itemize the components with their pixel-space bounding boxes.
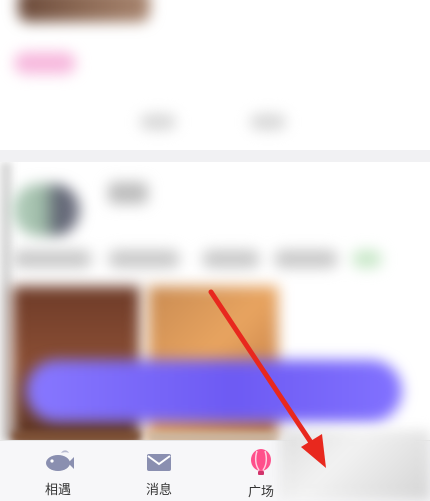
- balloon-icon: [251, 449, 271, 475]
- message-icon: [147, 454, 171, 471]
- post-image-thumbnail[interactable]: [18, 0, 150, 22]
- post-text-line: [12, 250, 392, 268]
- tab-xiaoxi[interactable]: 消息: [119, 441, 199, 501]
- comment-action[interactable]: [140, 114, 176, 130]
- promo-banner[interactable]: [26, 360, 402, 422]
- avatar[interactable]: [12, 184, 80, 236]
- card-edge-shadow: [0, 162, 12, 442]
- card-divider: [0, 150, 430, 162]
- top-post-card[interactable]: [0, 0, 430, 150]
- tab-label: 消息: [145, 483, 172, 498]
- pink-tag-badge[interactable]: [14, 52, 76, 74]
- tab-xiangyu[interactable]: 相遇: [18, 441, 98, 501]
- user-name[interactable]: [108, 182, 148, 204]
- fish-icon: [46, 450, 74, 471]
- tab-label: 广场: [247, 485, 274, 500]
- blurred-corner: [280, 430, 430, 500]
- like-action[interactable]: [250, 114, 286, 130]
- tab-label: 相遇: [44, 483, 71, 498]
